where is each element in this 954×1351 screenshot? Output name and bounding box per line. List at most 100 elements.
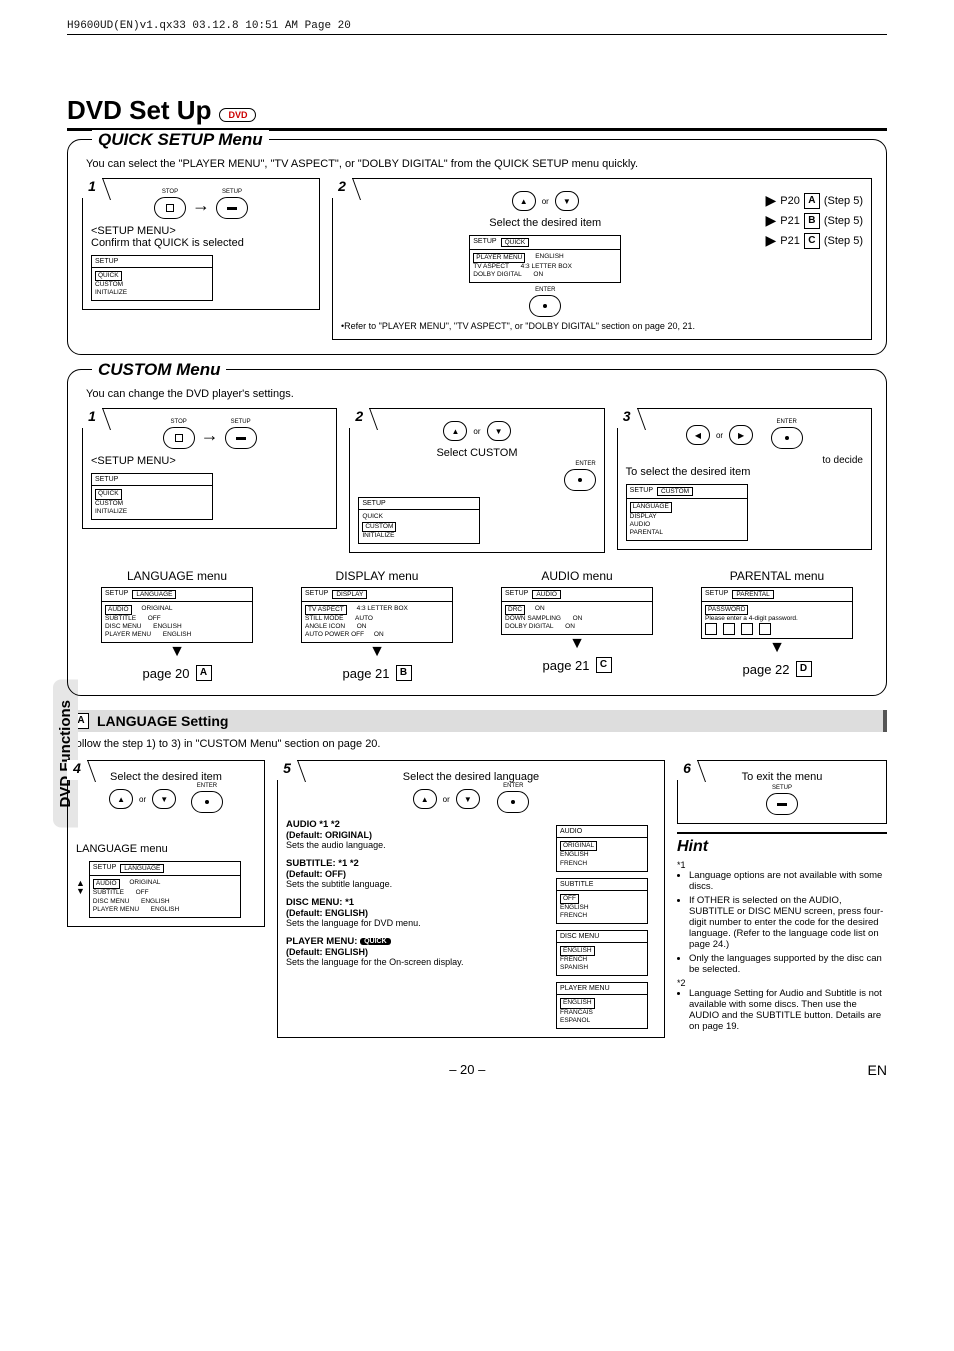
select-desired-text: To select the desired item (626, 466, 863, 478)
up-icon: ▲ (443, 421, 467, 441)
custom-submenu: SETUPCUSTOM LANGUAGE DISPLAY AUDIO PAREN… (626, 484, 748, 541)
page-title-row: DVD Set Up DVD (67, 95, 887, 131)
quick-badge: QUICK (360, 938, 391, 945)
step-number: 6 (677, 760, 697, 780)
enter-icon (564, 469, 596, 491)
language-menu: SETUPLANGUAGE AUDIO ORIGINAL SUBTITLE OF… (101, 587, 253, 644)
or-text: or (443, 795, 450, 804)
lang-step-5: 5 Select the desired language ▲or▼ ENTER… (277, 760, 665, 1038)
language-setting-bar: A LANGUAGE Setting (67, 710, 887, 732)
page-title: DVD Set Up (67, 95, 211, 126)
down-arrow-icon: ▼ (482, 635, 672, 653)
setup-icon (766, 793, 798, 815)
custom-step-1: 1 STOP → SETUP <SETUP MENU> SETUP QUICK … (82, 408, 337, 528)
to-decide-text: to decide (626, 455, 863, 466)
stop-label: STOP (154, 189, 186, 195)
audio-desc: Sets the audio language. (286, 840, 546, 850)
follow-text: Follow the step 1) to 3) in "CUSTOM Menu… (69, 738, 887, 750)
page-ref-text: page 21 (543, 658, 590, 673)
down-icon: ▼ (555, 191, 579, 211)
discmenu-title: DISC MENU: *1 (286, 897, 546, 908)
down-arrow-icon: ▼ (282, 643, 472, 661)
step-number: 4 (67, 760, 87, 780)
stop-label: STOP (163, 419, 195, 425)
down-icon: ▼ (487, 421, 511, 441)
up-icon: ▲ (413, 789, 437, 809)
step-number: 1 (82, 408, 102, 428)
down-icon: ▼ (456, 789, 480, 809)
down-icon: ▼ (152, 789, 176, 809)
playermenu-default: (Default: ENGLISH) (286, 947, 546, 957)
up-icon: ▲ (512, 191, 536, 211)
stop-icon (154, 197, 186, 219)
up-icon: ▲ (109, 789, 133, 809)
page-ref-text: page 21 (343, 666, 390, 681)
page-number: – 20 – (67, 1062, 868, 1077)
ref-letter: D (796, 661, 812, 677)
updown-icon: ▲▼ (76, 879, 85, 895)
confirm-text: Confirm that QUICK is selected (91, 237, 311, 249)
setup-menu-heading: <SETUP MENU> (91, 455, 328, 467)
section-label: LANGUAGE Setting (97, 713, 228, 729)
hint-bullet: Only the languages supported by the disc… (689, 953, 887, 975)
running-header: H9600UD(EN)v1.qx33 03.12.8 10:51 AM Page… (67, 20, 887, 35)
enter-icon (191, 791, 223, 813)
hint-bullet: If OTHER is selected on the AUDIO, SUBTI… (689, 895, 887, 950)
setup-icon (216, 197, 248, 219)
page-ref-text: page 20 (143, 666, 190, 681)
subtitle-desc: Sets the subtitle language. (286, 879, 546, 889)
discmenu-options: DISC MENUENGLISHFRENCHSPANISH (556, 930, 648, 976)
custom-menu-title: CUSTOM Menu (92, 360, 226, 380)
setup-label: SETUP (225, 419, 257, 425)
step-number: 2 (332, 178, 352, 198)
or-text: or (473, 427, 480, 436)
display-menu-label: DISPLAY menu (282, 569, 472, 583)
subtitle-title: SUBTITLE: *1 *2 (286, 858, 546, 869)
step-number: 5 (277, 760, 297, 780)
custom-step-2: 2 ▲or▼ Select CUSTOM ENTER SETUP QUICK C… (349, 408, 604, 552)
setup-menu: SETUP QUICK CUSTOM INITIALIZE (358, 497, 480, 543)
subtitle-default: (Default: OFF) (286, 869, 546, 879)
step-number: 3 (617, 408, 637, 428)
dvd-badge: DVD (219, 108, 256, 122)
parental-menu: SETUPPARENTAL PASSWORD Please enter a 4-… (701, 587, 853, 639)
language-menu-label: LANGUAGE menu (82, 569, 272, 583)
setup-menu-heading: <SETUP MENU> (91, 225, 311, 237)
quick-step-1: 1 STOP → SETUP <SETUP MENU> Confirm that… (82, 178, 320, 310)
select-item-text: Select the desired item (341, 217, 750, 229)
enter-label: ENTER (341, 287, 750, 293)
ref-letter: C (596, 657, 612, 673)
quick-note: •Refer to "PLAYER MENU", "TV ASPECT", or… (341, 321, 750, 331)
page-footer: – 20 – EN (67, 1062, 887, 1078)
enter-icon (771, 427, 803, 449)
enter-label: ENTER (497, 783, 529, 789)
discmenu-desc: Sets the language for DVD menu. (286, 918, 546, 928)
quick-setup-intro: You can select the "PLAYER MENU", "TV AS… (86, 158, 872, 170)
down-arrow-icon: ▼ (682, 639, 872, 657)
hint-box: Hint *1 Language options are not availab… (677, 832, 887, 1032)
playermenu-desc: Sets the language for the On-screen disp… (286, 957, 546, 967)
display-menu: SETUPDISPLAY TV ASPECT 4:3 LETTER BOX ST… (301, 587, 453, 644)
select-custom-text: Select CUSTOM (358, 447, 595, 459)
left-icon: ◀ (686, 425, 710, 445)
playermenu-options: PLAYER MENUENGLISHFRANCAISESPANOL (556, 982, 648, 1028)
setup-label: SETUP (686, 785, 878, 791)
setup-label: SETUP (216, 189, 248, 195)
page-ref-text: page 22 (743, 662, 790, 677)
quick-setup-title: QUICK SETUP Menu (92, 130, 269, 150)
quick-menu-detail: SETUPQUICK PLAYER MENU ENGLISH TV ASPECT… (469, 235, 621, 283)
enter-icon (529, 295, 561, 317)
lang-step-6: 6 To exit the menu SETUP (677, 760, 887, 824)
quick-setup-box: QUICK SETUP Menu You can select the "PLA… (67, 139, 887, 355)
ref-letter: B (396, 665, 412, 681)
or-text: or (139, 795, 146, 804)
audio-title: AUDIO *1 *2 (286, 819, 546, 830)
hint-n1: *1 (677, 860, 887, 870)
playermenu-title: PLAYER MENU: (286, 936, 357, 947)
ref-letter: A (196, 665, 212, 681)
stop-icon (163, 427, 195, 449)
enter-label: ENTER (191, 783, 223, 789)
arrow-right-icon: → (201, 425, 219, 446)
custom-step-3: 3 ◀or▶ ENTER to decide To select the des… (617, 408, 872, 550)
select-item-text: Select the desired item (76, 771, 256, 783)
